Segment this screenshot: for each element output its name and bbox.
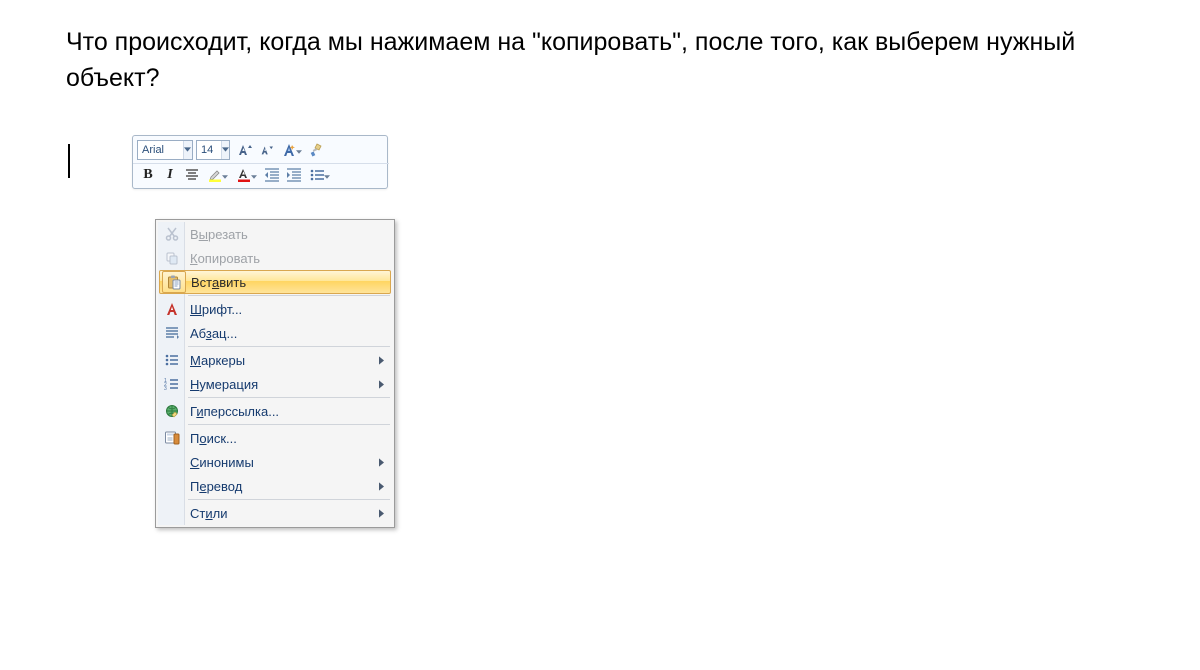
font-name-input[interactable]	[138, 141, 183, 159]
empty-icon	[161, 475, 183, 497]
menu-item-label: Гиперссылка...	[190, 404, 279, 419]
empty-icon	[161, 502, 183, 524]
align-center-button[interactable]	[182, 164, 202, 186]
menu-item-styles[interactable]: Стили	[158, 501, 392, 525]
chevron-right-icon	[379, 380, 384, 389]
menu-item-search[interactable]: Поиск...	[158, 426, 392, 450]
chevron-down-icon	[251, 166, 257, 184]
font-icon	[161, 298, 183, 320]
font-size-combo[interactable]	[196, 140, 230, 160]
menu-item-label: Копировать	[190, 251, 260, 266]
menu-separator	[188, 424, 390, 425]
menu-separator	[188, 397, 390, 398]
menu-item-label: Перевод	[190, 479, 242, 494]
chevron-right-icon	[379, 482, 384, 491]
font-color-button[interactable]	[233, 164, 260, 186]
question-text: Что происходит, когда мы нажимаем на "ко…	[66, 24, 1126, 97]
menu-item-label: Нумерация	[190, 377, 258, 392]
menu-item-label: Поиск...	[190, 431, 237, 446]
font-name-combo[interactable]	[137, 140, 193, 160]
format-painter-icon	[309, 142, 325, 158]
toolbar-divider	[133, 163, 389, 164]
bullets-icon	[309, 167, 325, 183]
cut-icon	[161, 223, 183, 245]
bullets-button[interactable]	[306, 164, 333, 186]
shrink-font-button[interactable]	[256, 139, 276, 161]
decrease-indent-button[interactable]	[262, 164, 282, 186]
menu-item-bullets[interactable]: Маркеры	[158, 348, 392, 372]
mini-toolbar: B I	[132, 135, 388, 189]
menu-item-label: Маркеры	[190, 353, 245, 368]
menu-item-synonyms[interactable]: Синонимы	[158, 450, 392, 474]
grow-font-icon	[236, 142, 252, 158]
menu-separator	[188, 295, 390, 296]
menu-item-paste[interactable]: Вставить	[159, 270, 391, 294]
text-effects-button[interactable]	[278, 139, 305, 161]
shrink-font-icon	[259, 143, 273, 157]
italic-button[interactable]: I	[160, 164, 180, 186]
paragraph-icon	[161, 322, 183, 344]
menu-item-label: Вырезать	[190, 227, 248, 242]
paste-icon	[162, 271, 186, 293]
format-painter-button[interactable]	[307, 139, 327, 161]
menu-item-copy[interactable]: Копировать	[158, 246, 392, 270]
chevron-down-icon	[222, 166, 228, 184]
italic-icon: I	[167, 167, 172, 183]
chevron-down-icon[interactable]	[183, 141, 192, 159]
context-menu: Вырезать Копировать Вставить	[155, 219, 395, 528]
chevron-down-icon[interactable]	[221, 141, 229, 159]
text-caret	[68, 144, 70, 178]
decrease-indent-icon	[264, 167, 280, 183]
increase-indent-icon	[286, 167, 302, 183]
menu-item-label: Стили	[190, 506, 227, 521]
numbering-icon: 1 2 3	[161, 373, 183, 395]
grow-font-button[interactable]	[234, 139, 254, 161]
chevron-right-icon	[379, 458, 384, 467]
menu-separator	[188, 346, 390, 347]
copy-icon	[161, 247, 183, 269]
chevron-down-icon	[324, 166, 330, 184]
font-size-input[interactable]	[197, 141, 221, 159]
menu-item-paragraph[interactable]: Абзац...	[158, 321, 392, 345]
chevron-right-icon	[379, 356, 384, 365]
svg-text:3: 3	[164, 386, 167, 392]
toolbar-row-2: B I	[137, 162, 383, 187]
hyperlink-icon	[161, 400, 183, 422]
menu-item-numbering[interactable]: 1 2 3 Нумерация	[158, 372, 392, 396]
menu-item-label: Абзац...	[190, 326, 237, 341]
menu-item-label: Вставить	[191, 275, 246, 290]
chevron-right-icon	[379, 509, 384, 518]
font-color-icon	[236, 167, 252, 183]
menu-separator	[188, 499, 390, 500]
chevron-down-icon	[296, 141, 302, 159]
menu-item-label: Синонимы	[190, 455, 254, 470]
menu-item-translate[interactable]: Перевод	[158, 474, 392, 498]
align-center-icon	[185, 168, 199, 182]
menu-item-font[interactable]: Шрифт...	[158, 297, 392, 321]
text-effects-icon	[281, 142, 297, 158]
bold-button[interactable]: B	[138, 164, 158, 186]
search-icon	[161, 427, 183, 449]
menu-item-hyperlink[interactable]: Гиперссылка...	[158, 399, 392, 423]
empty-icon	[161, 451, 183, 473]
bullets-icon	[161, 349, 183, 371]
bold-icon: B	[143, 167, 152, 183]
menu-item-label: Шрифт...	[190, 302, 242, 317]
increase-indent-button[interactable]	[284, 164, 304, 186]
toolbar-row-1	[137, 137, 383, 162]
menu-item-cut[interactable]: Вырезать	[158, 222, 392, 246]
highlight-button[interactable]	[204, 164, 231, 186]
highlight-icon	[207, 167, 223, 183]
